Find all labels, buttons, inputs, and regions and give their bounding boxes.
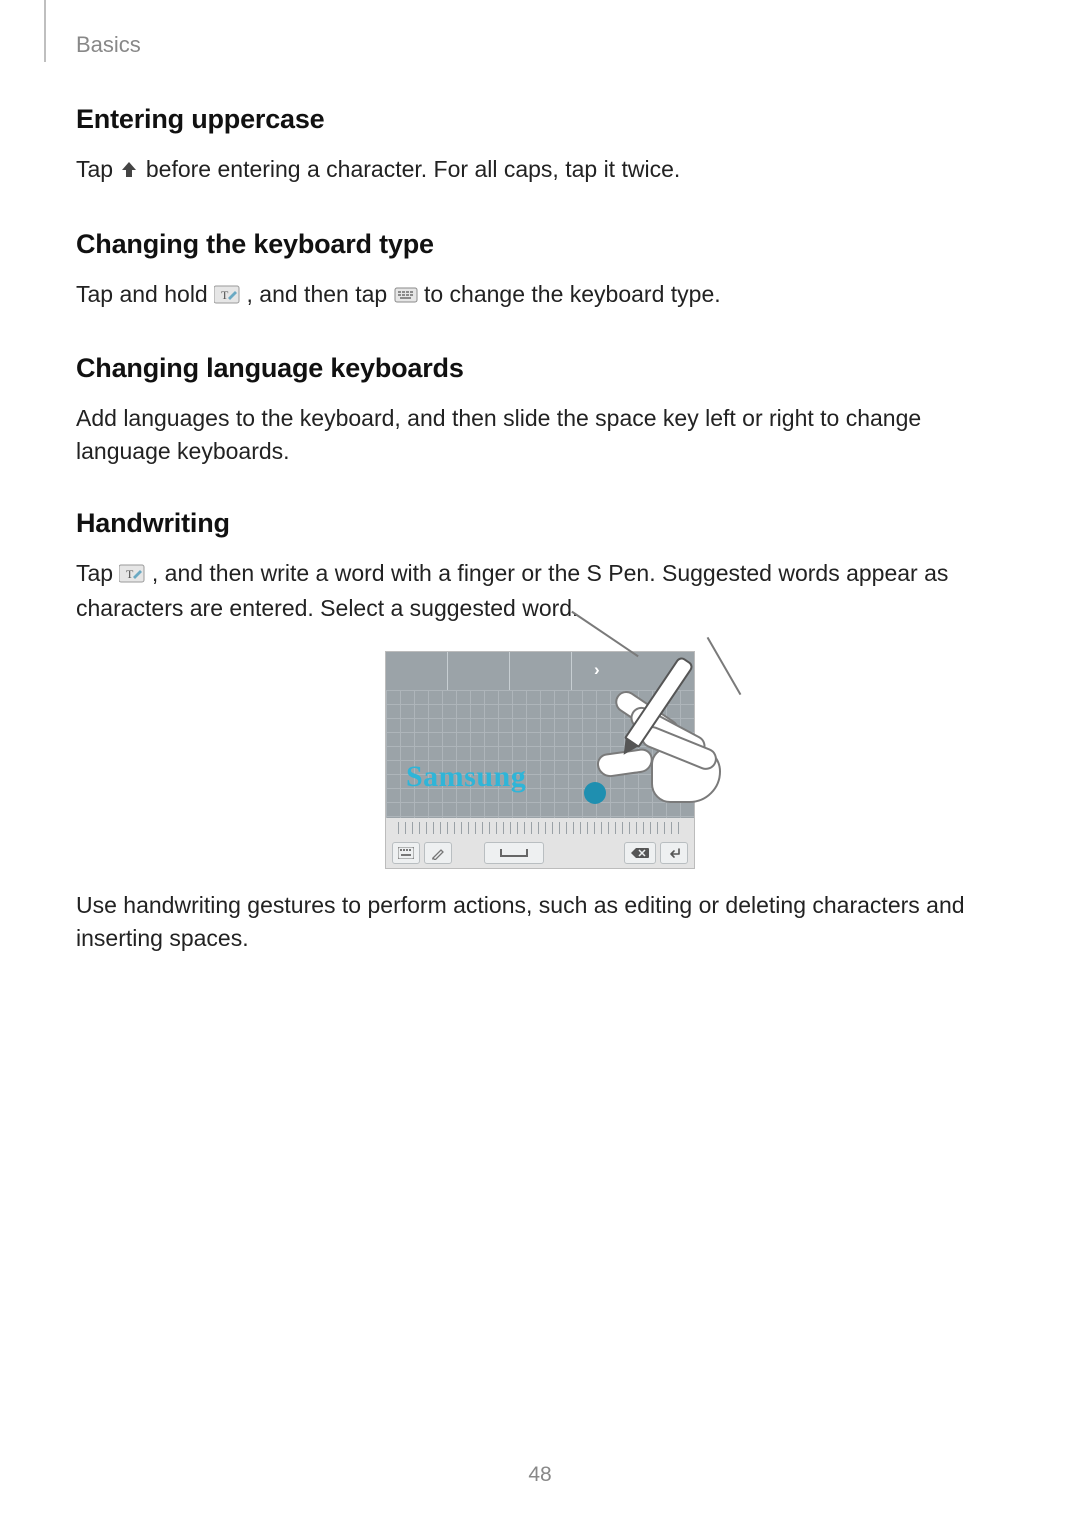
text-fragment: to change the keyboard type.: [424, 281, 721, 307]
ruler-strip: [386, 818, 694, 838]
gap: [548, 842, 620, 864]
manual-page: Basics Entering uppercase Tap before ent…: [0, 0, 1080, 1527]
svg-text:T: T: [126, 567, 134, 581]
t-pen-icon: T: [119, 560, 145, 593]
t-pen-icon: T: [214, 281, 240, 314]
heading-handwriting: Handwriting: [76, 508, 1004, 539]
heading-entering-uppercase: Entering uppercase: [76, 104, 1004, 135]
suggestion-slot: [386, 652, 448, 690]
page-number: 48: [0, 1463, 1080, 1487]
header-rule: [44, 0, 46, 62]
text-fragment: , and then write a word with a finger or…: [76, 560, 948, 622]
backspace-icon: [624, 842, 656, 864]
text-fragment: before entering a character. For all cap…: [146, 156, 680, 182]
paragraph: Tap before entering a character. For all…: [76, 153, 1004, 189]
handwriting-figure: › Samsung: [76, 651, 1004, 869]
suggestion-slot: [510, 652, 572, 690]
header-section-label: Basics: [76, 32, 141, 58]
heading-changing-keyboard-type: Changing the keyboard type: [76, 229, 1004, 260]
keyboard-layout-icon: [394, 281, 418, 314]
gap: [456, 842, 480, 864]
space-key: [484, 842, 544, 864]
handwriting-bottom-row: [386, 838, 694, 868]
suggestion-slot: [448, 652, 510, 690]
text-fragment: Tap and hold: [76, 281, 214, 307]
paragraph: Tap and hold T , and then tap: [76, 278, 1004, 314]
shift-up-arrow-icon: [119, 156, 139, 189]
paragraph: Add languages to the keyboard, and then …: [76, 402, 1004, 467]
text-fragment: Tap: [76, 560, 119, 586]
keyboard-icon: [392, 842, 420, 864]
pen-style-icon: [424, 842, 452, 864]
heading-changing-language-keyboards: Changing language keyboards: [76, 353, 1004, 384]
svg-text:T: T: [221, 288, 229, 302]
handwritten-sample-text: Samsung: [406, 760, 526, 794]
page-content: Entering uppercase Tap before entering a…: [76, 0, 1004, 954]
paragraph: Use handwriting gestures to perform acti…: [76, 889, 1004, 954]
text-fragment: Tap: [76, 156, 119, 182]
text-fragment: , and then tap: [247, 281, 394, 307]
enter-icon: [660, 842, 688, 864]
paragraph: Tap T , and then write a word with a fin…: [76, 557, 1004, 625]
